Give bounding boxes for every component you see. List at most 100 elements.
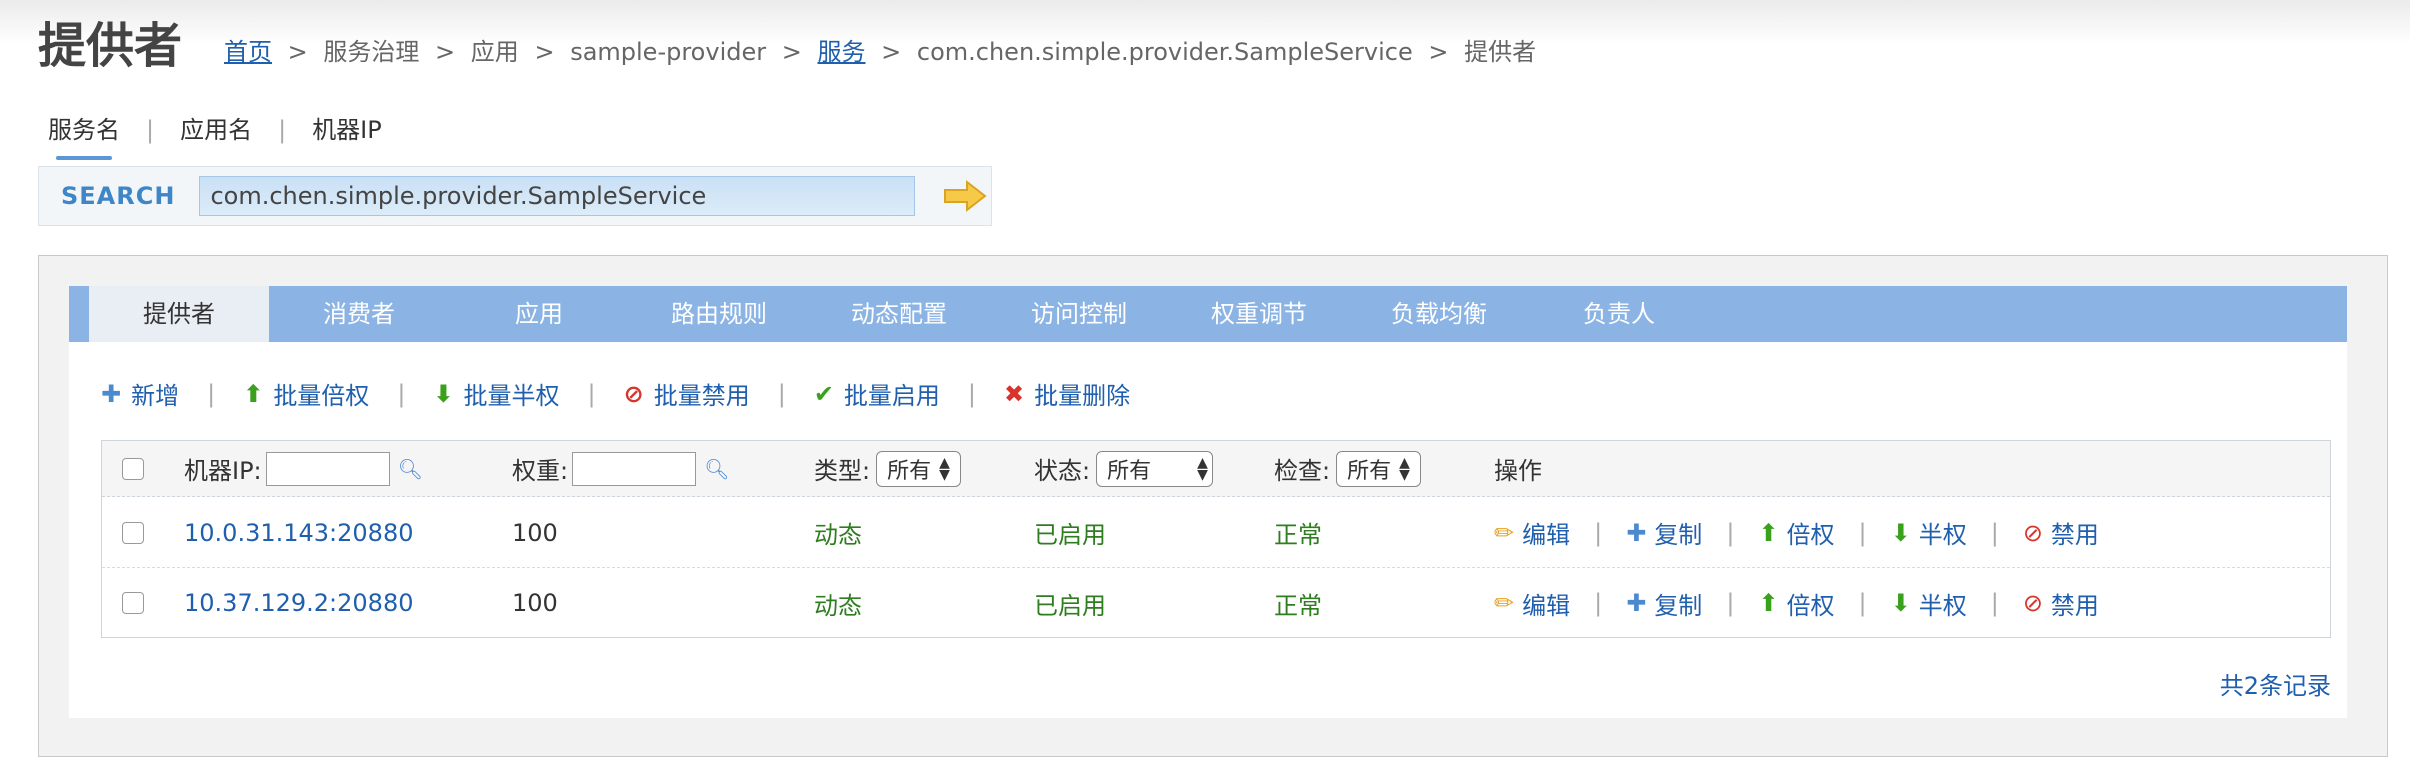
batch-delete-button[interactable]: ✖ 批量删除 [1004, 376, 1130, 411]
breadcrumb-sep: > [435, 38, 456, 66]
add-button[interactable]: ✚ 新增 [101, 376, 179, 411]
disable-label: 禁用 [2050, 591, 2099, 620]
type-filter-select[interactable]: 所有 ▲ ▼ [876, 450, 961, 487]
tab-owners[interactable]: 负责人 [1529, 286, 1709, 342]
record-count: 共2条记录 [2219, 672, 2331, 700]
copy-button[interactable]: ✚ 复制 [1626, 515, 1702, 550]
search-tab-service[interactable]: 服务名 [48, 110, 120, 160]
op-divider: | [1594, 589, 1603, 617]
batch-disable-button[interactable]: ⊘ 批量禁用 [624, 376, 750, 411]
double-label: 倍权 [1786, 591, 1835, 620]
status-filter-select[interactable]: 所有 ▲ ▼ [1096, 450, 1213, 487]
x-icon: ✖ [1004, 379, 1025, 408]
check-filter-cell: 检查: 所有 ▲ ▼ [1274, 441, 1421, 496]
forbidden-icon: ⊘ [2022, 589, 2043, 617]
arrow-down-icon: ⬇ [1890, 518, 1911, 547]
double-weight-button[interactable]: ⬆ 倍权 [1758, 586, 1834, 621]
weight-filter-cell: 权重: 🔍︎ [512, 441, 729, 496]
page-root: 提供者 首页 > 服务治理 > 应用 > sample-provider > 服… [0, 0, 2410, 770]
check-filter-select[interactable]: 所有 ▲ ▼ [1336, 450, 1421, 487]
plus-icon: ✚ [1626, 589, 1647, 617]
weight-filter-input[interactable] [572, 451, 697, 486]
type-header-label: 类型: [814, 457, 871, 485]
select-arrows-icon: ▲ ▼ [939, 454, 950, 483]
double-weight-button[interactable]: ⬆ 倍权 [1758, 515, 1834, 550]
batch-half-weight-button[interactable]: ⬇ 批量半权 [433, 376, 559, 411]
arrow-down-icon: ⬇ [1890, 589, 1911, 617]
arrow-right-icon[interactable] [943, 179, 988, 213]
ops-header-label: 操作 [1494, 457, 1542, 485]
op-divider: | [1990, 589, 1999, 617]
tab-routes[interactable]: 路由规则 [629, 286, 809, 342]
edit-button[interactable]: ✏ 编辑 [1494, 515, 1570, 550]
search-icon[interactable]: 🔍︎ [398, 457, 423, 481]
row-weight: 100 [512, 589, 558, 617]
row-operations: ✏ 编辑 | ✚ 复制 | ⬆ 倍权 | ⬇ 半权 | ⊘ 禁用 [1494, 568, 2099, 638]
op-divider: | [1858, 589, 1867, 617]
status-select-value: 所有 [1107, 458, 1152, 484]
breadcrumb-sep: > [1428, 38, 1449, 66]
breadcrumb-service-name: com.chen.simple.provider.SampleService [916, 38, 1413, 66]
tab-applications[interactable]: 应用 [449, 286, 629, 342]
breadcrumb-sep: > [781, 38, 802, 66]
action-divider: | [207, 379, 216, 408]
breadcrumb-service-link[interactable]: 服务 [818, 38, 866, 66]
tab-weights[interactable]: 权重调节 [1169, 286, 1349, 342]
arrow-up-icon: ⬆ [1758, 589, 1779, 617]
row-ip-link[interactable]: 10.37.129.2:20880 [184, 568, 413, 638]
batch-enable-button[interactable]: ✔ 批量启用 [814, 376, 940, 411]
row-checkbox[interactable] [122, 592, 144, 614]
header-checkbox-cell [122, 441, 144, 496]
search-type-tabs: 服务名 | 应用名 | 机器IP [48, 110, 382, 160]
search-icon[interactable]: 🔍︎ [704, 457, 729, 481]
arrow-up-icon: ⬆ [243, 379, 264, 408]
search-tab-app[interactable]: 应用名 [180, 110, 252, 150]
breadcrumb-sep: > [287, 38, 308, 66]
action-divider: | [397, 379, 406, 408]
breadcrumb-home-link[interactable]: 首页 [224, 38, 272, 66]
edit-button[interactable]: ✏ 编辑 [1494, 586, 1570, 621]
disable-button[interactable]: ⊘ 禁用 [2023, 515, 2099, 550]
ops-header-cell: 操作 [1494, 441, 1542, 496]
row-checkbox-cell [122, 498, 144, 567]
arrow-up-icon: ⬆ [1758, 518, 1779, 547]
panel-content: 提供者 消费者 应用 路由规则 动态配置 访问控制 权重调节 负载均衡 负责人 … [69, 286, 2347, 718]
batch-double-label: 批量倍权 [273, 382, 370, 410]
select-all-checkbox[interactable] [122, 457, 144, 480]
weight-header-label: 权重: [512, 457, 569, 485]
search-input[interactable] [199, 176, 916, 216]
page-header: 提供者 首页 > 服务治理 > 应用 > sample-provider > 服… [38, 14, 1536, 78]
providers-table: 机器IP: 🔍︎ 权重: 🔍︎ 类型: 所有 ▲ ▼ 状态: 所有 ▲ ▼ 检查… [101, 440, 2331, 638]
type-select-value: 所有 [887, 458, 932, 484]
tab-providers[interactable]: 提供者 [89, 286, 269, 342]
search-tab-ip[interactable]: 机器IP [312, 110, 382, 150]
row-checkbox[interactable] [122, 521, 144, 544]
half-weight-button[interactable]: ⬇ 半权 [1891, 586, 1967, 621]
batch-double-weight-button[interactable]: ⬆ 批量倍权 [243, 376, 369, 411]
plus-icon: ✚ [1626, 518, 1647, 547]
op-divider: | [1858, 518, 1867, 547]
tab-load-balance[interactable]: 负载均衡 [1349, 286, 1529, 342]
half-label: 半权 [1918, 521, 1967, 549]
op-divider: | [1726, 518, 1735, 547]
row-ip-link[interactable]: 10.0.31.143:20880 [184, 498, 413, 567]
tab-access-control[interactable]: 访问控制 [989, 286, 1169, 342]
row-type: 动态 [814, 521, 862, 549]
disable-button[interactable]: ⊘ 禁用 [2023, 586, 2099, 621]
check-icon: ✔ [813, 379, 834, 408]
copy-button[interactable]: ✚ 复制 [1626, 586, 1702, 621]
half-weight-button[interactable]: ⬇ 半权 [1891, 515, 1967, 550]
tab-consumers[interactable]: 消费者 [269, 286, 449, 342]
tab-divider: | [278, 116, 287, 144]
select-arrows-icon: ▲ ▼ [1197, 454, 1208, 483]
ip-filter-input[interactable] [265, 451, 390, 486]
select-arrows-icon: ▲ ▼ [1399, 454, 1410, 483]
tab-dynamic-config[interactable]: 动态配置 [809, 286, 989, 342]
section-tabs: 提供者 消费者 应用 路由规则 动态配置 访问控制 权重调节 负载均衡 负责人 [69, 286, 2347, 342]
edit-label: 编辑 [1522, 521, 1571, 549]
page-title: 提供者 [38, 18, 183, 74]
row-type: 动态 [814, 591, 862, 620]
disable-label: 禁用 [2050, 521, 2099, 549]
main-panel: 提供者 消费者 应用 路由规则 动态配置 访问控制 权重调节 负载均衡 负责人 … [38, 255, 2388, 757]
half-label: 半权 [1918, 591, 1967, 620]
